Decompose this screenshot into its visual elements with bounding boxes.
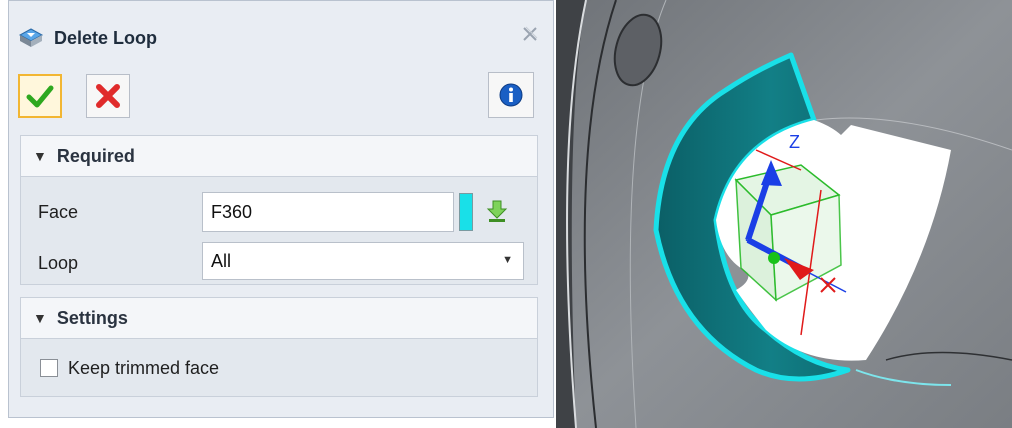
face-label: Face: [38, 202, 79, 222]
loop-select[interactable]: All ▼: [202, 242, 524, 280]
3d-viewport[interactable]: Z: [556, 0, 1012, 428]
close-icon[interactable]: [519, 24, 541, 46]
pick-download-icon[interactable]: [484, 198, 510, 224]
viewport-canvas[interactable]: Z: [556, 0, 1012, 428]
chevron-down-icon: ▼: [502, 254, 513, 266]
cancel-button[interactable]: [86, 74, 130, 118]
required-header-label: Required: [56, 145, 135, 166]
z-axis-label: Z: [789, 132, 800, 152]
keep-trimmed-face-label: Keep trimmed face: [68, 358, 220, 378]
required-section-header[interactable]: ▼ Required: [20, 135, 538, 177]
delete-loop-dialog: Delete Loop ▼ Required Face F360 Loop Al…: [0, 0, 556, 428]
face-field[interactable]: F360: [202, 192, 454, 232]
info-button[interactable]: [488, 72, 534, 118]
delete-loop-icon: [18, 28, 44, 47]
settings-section-header[interactable]: ▼ Settings: [20, 297, 538, 339]
dialog-title-bar: Delete Loop: [18, 18, 157, 58]
face-color-swatch[interactable]: [459, 193, 473, 231]
settings-header-label: Settings: [56, 307, 128, 328]
x-icon: [96, 84, 120, 108]
dialog-title: Delete Loop: [54, 27, 158, 48]
ok-button[interactable]: [18, 74, 62, 118]
collapse-triangle-icon: ▼: [33, 148, 47, 164]
face-value: F360: [211, 201, 253, 222]
keep-trimmed-face-checkbox[interactable]: [40, 359, 58, 377]
loop-value: All: [211, 250, 232, 271]
info-icon: [499, 83, 523, 107]
y-axis-handle[interactable]: [768, 252, 780, 264]
loop-label: Loop: [38, 253, 79, 273]
collapse-triangle-icon: ▼: [33, 310, 47, 326]
check-icon: [26, 85, 54, 108]
